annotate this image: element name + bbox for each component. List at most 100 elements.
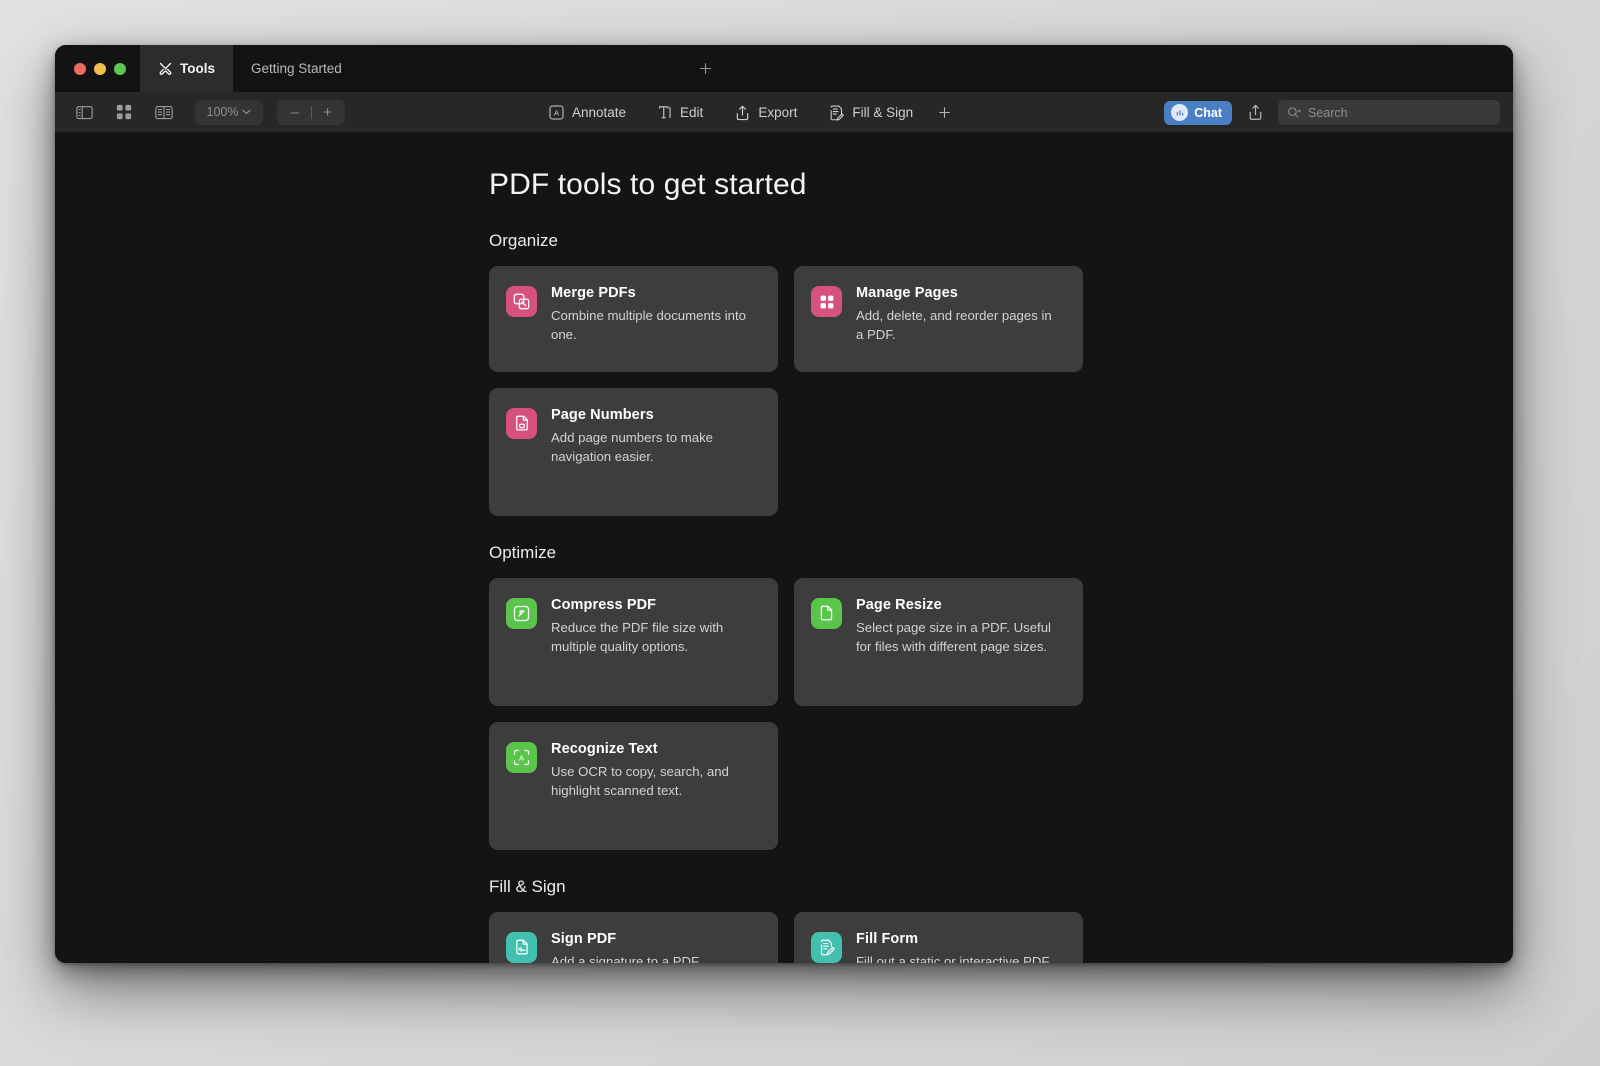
grid-view-icon [116,104,132,120]
zoom-in-button[interactable]: + [321,105,335,120]
compress-pdf-icon [506,598,537,629]
card-description: Fill out a static or interactive PDF for… [856,953,1061,963]
fill-sign-button[interactable]: Fill & Sign [813,99,929,127]
tab-getting-started[interactable]: Getting Started [233,45,360,92]
card-title: Recognize Text [551,741,756,757]
chat-bubble-icon [1171,104,1188,121]
toolbar-right-group: Chat Search [1164,92,1500,133]
share-button[interactable] [1241,99,1269,127]
card-title: Fill Form [856,931,1061,947]
toolbar-tools-group: A Annotate Edit [533,92,959,133]
minimize-window-button[interactable] [94,63,106,75]
add-tool-button[interactable] [929,99,959,127]
card-description: Select page size in a PDF. Useful for fi… [856,619,1061,656]
recognize-text-icon: A [506,742,537,773]
card-body: Recognize Text Use OCR to copy, search, … [551,741,756,800]
export-label: Export [758,105,797,120]
card-title: Merge PDFs [551,285,756,301]
toolbar: 100% – + A Annotate [55,92,1513,133]
card-body: Page Resize Select page size in a PDF. U… [856,597,1061,656]
card-description: Reduce the PDF file size with multiple q… [551,619,756,656]
card-body: Manage Pages Add, delete, and reorder pa… [856,285,1061,344]
tab-bar: Tools Getting Started [55,45,1513,92]
plus-icon [698,61,713,76]
sidebar-toggle-button[interactable] [67,99,101,125]
thumbnails-view-button[interactable] [107,99,141,125]
close-window-button[interactable] [74,63,86,75]
share-icon [1248,104,1263,121]
card-body: Page Numbers Add page numbers to make na… [551,407,756,466]
card-compress-pdf[interactable]: Compress PDF Reduce the PDF file size wi… [489,578,778,706]
organize-card-grid: Merge PDFs Combine multiple documents in… [489,266,1081,372]
page-resize-icon [811,598,842,629]
card-title: Page Resize [856,597,1061,613]
stepper-divider [311,106,312,119]
chat-label: Chat [1194,106,1222,120]
search-icon [1287,106,1301,119]
two-page-view-icon [155,105,173,120]
fill-sign-card-grid: Sign PDF Add a signature to a PDF docume… [489,912,1081,963]
two-page-view-button[interactable] [147,99,181,125]
tools-content-area: PDF tools to get started Organize [55,133,1513,963]
maximize-window-button[interactable] [114,63,126,75]
zoom-stepper[interactable]: – + [277,100,345,125]
section-fill-sign: Fill & Sign Sign PDF Add a sign [489,877,1081,963]
empty-grid-cell [794,722,1083,850]
search-placeholder: Search [1308,106,1348,120]
organize-card-grid-row2: Page Numbers Add page numbers to make na… [489,388,1081,516]
fill-sign-icon [829,105,844,121]
zoom-level-value: 100% [207,105,239,119]
plus-icon [937,105,952,120]
export-button[interactable]: Export [719,99,813,127]
card-sign-pdf[interactable]: Sign PDF Add a signature to a PDF docume… [489,912,778,963]
merge-pdfs-icon [506,286,537,317]
optimize-card-grid: Compress PDF Reduce the PDF file size wi… [489,578,1081,706]
search-field[interactable]: Search [1278,100,1500,125]
annotate-icon: A [549,105,564,120]
fill-form-icon [811,932,842,963]
new-tab-button[interactable] [688,45,722,92]
zoom-out-button[interactable]: – [288,105,302,120]
card-description: Add page numbers to make navigation easi… [551,429,756,466]
toolbar-left-group: 100% – + [55,99,345,125]
card-title: Sign PDF [551,931,756,947]
card-body: Sign PDF Add a signature to a PDF docume… [551,931,756,963]
card-description: Add a signature to a PDF document or for… [551,953,756,963]
section-optimize: Optimize Compress PDF Reduce th [489,543,1081,850]
section-title-fill-sign: Fill & Sign [489,877,1081,897]
sidebar-icon [76,105,93,120]
tab-tools[interactable]: Tools [140,45,233,92]
annotate-button[interactable]: A Annotate [533,99,642,127]
card-body: Merge PDFs Combine multiple documents in… [551,285,756,344]
card-title: Manage Pages [856,285,1061,301]
card-title: Page Numbers [551,407,756,423]
chat-button[interactable]: Chat [1164,101,1232,125]
empty-grid-cell [794,388,1083,516]
card-title: Compress PDF [551,597,756,613]
traffic-lights [55,45,140,92]
card-page-numbers[interactable]: Page Numbers Add page numbers to make na… [489,388,778,516]
tools-icon [158,61,173,76]
edit-button[interactable]: Edit [642,99,719,127]
card-fill-form[interactable]: Fill Form Fill out a static or interacti… [794,912,1083,963]
card-body: Fill Form Fill out a static or interacti… [856,931,1061,963]
card-body: Compress PDF Reduce the PDF file size wi… [551,597,756,656]
edit-label: Edit [680,105,703,120]
sign-pdf-icon [506,932,537,963]
card-recognize-text[interactable]: A Recognize Text Use OCR to copy, search… [489,722,778,850]
card-description: Add, delete, and reorder pages in a PDF. [856,307,1061,344]
app-window: Tools Getting Started [55,45,1513,963]
zoom-level-dropdown[interactable]: 100% [195,100,263,125]
manage-pages-icon [811,286,842,317]
annotate-label: Annotate [572,105,626,120]
tab-tools-label: Tools [180,61,215,76]
text-edit-icon [658,105,672,120]
page-title: PDF tools to get started [489,168,1081,202]
tab-getting-started-label: Getting Started [251,61,342,76]
section-title-optimize: Optimize [489,543,1081,563]
fill-sign-label: Fill & Sign [852,105,913,120]
card-merge-pdfs[interactable]: Merge PDFs Combine multiple documents in… [489,266,778,372]
card-manage-pages[interactable]: Manage Pages Add, delete, and reorder pa… [794,266,1083,372]
card-page-resize[interactable]: Page Resize Select page size in a PDF. U… [794,578,1083,706]
card-description: Combine multiple documents into one. [551,307,756,344]
